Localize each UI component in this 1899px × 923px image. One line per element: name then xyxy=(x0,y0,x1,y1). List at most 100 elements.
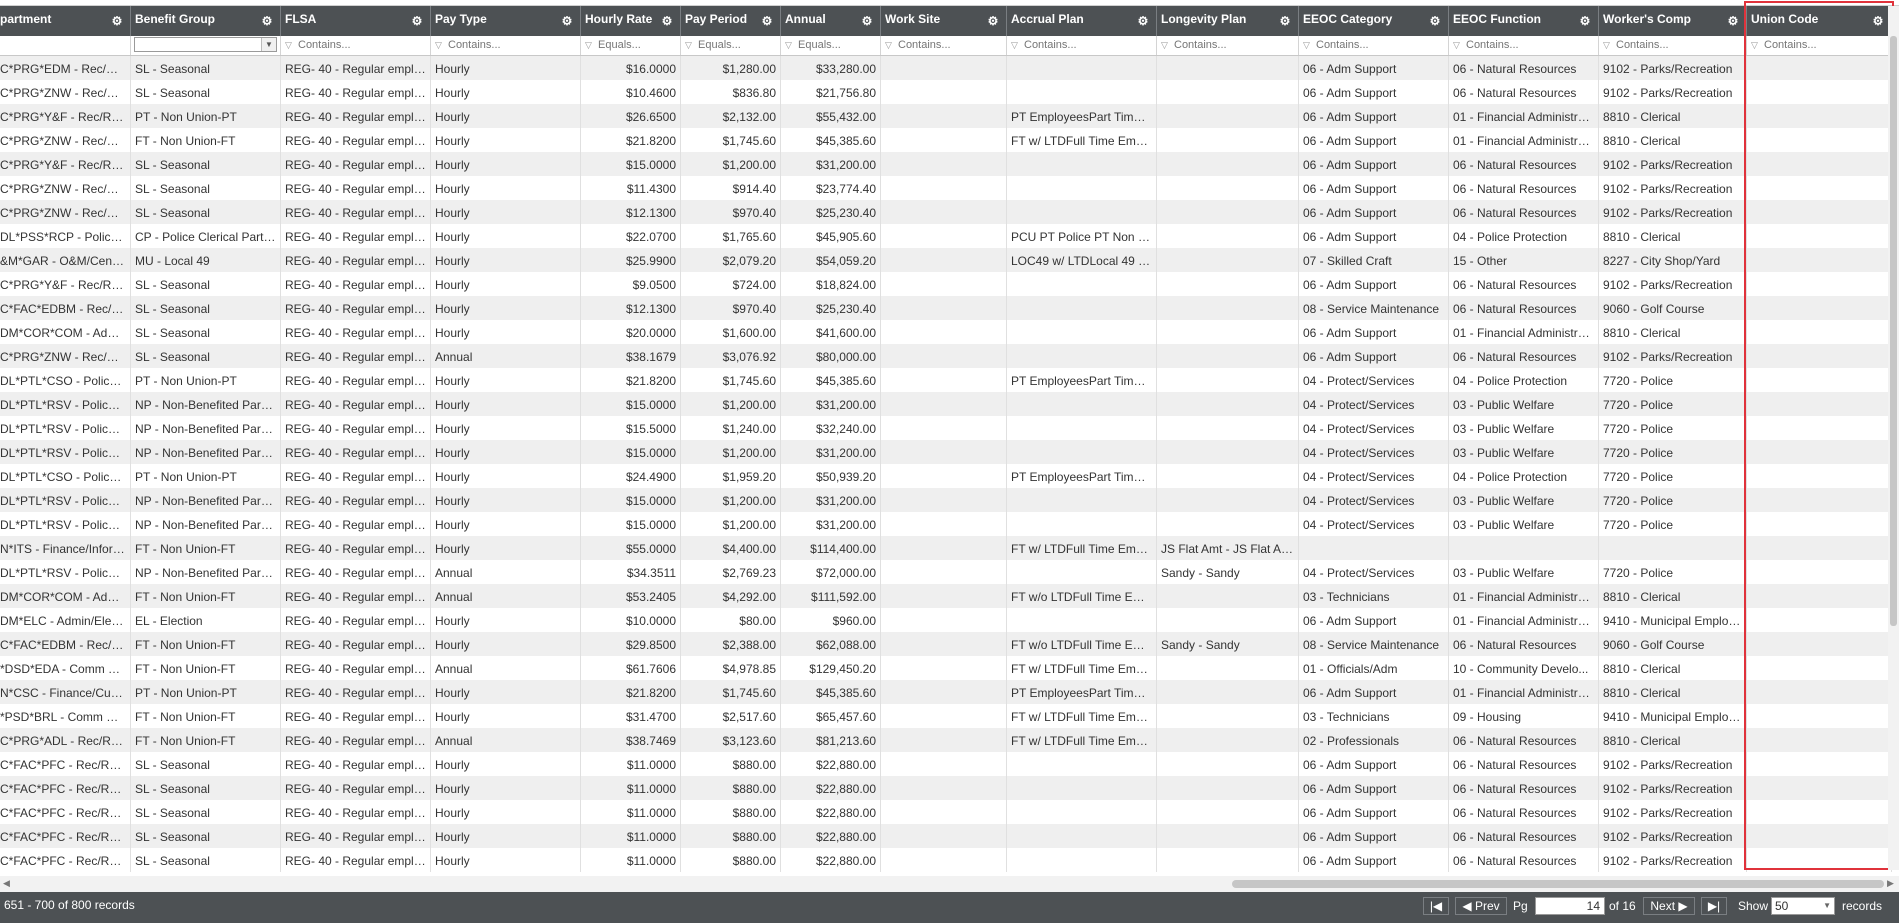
cell-department: DL*PSS*RCP - Police/P... xyxy=(0,224,131,248)
cell-eeoc-function: 03 - Public Welfare xyxy=(1449,440,1599,464)
table-row[interactable]: DM*COR*COM - Admi... SL - Seasonal REG- 40… xyxy=(0,320,1899,344)
table-row[interactable]: C*FAC*PFC - Rec/Recr... SL - Seasonal REG-… xyxy=(0,824,1899,848)
table-row[interactable]: *PSD*BRL - Comm De... FT - Non Union-FT RE… xyxy=(0,704,1899,728)
table-row[interactable]: C*PRG*ADL - Rec/Recr... FT - Non Union-FT… xyxy=(0,728,1899,752)
table-row[interactable]: C*FAC*PFC - Rec/Recr... SL - Seasonal REG-… xyxy=(0,752,1899,776)
column-header-longevity-plan[interactable]: Longevity Plan ⚙ xyxy=(1157,6,1299,36)
table-row[interactable]: DL*PTL*RSV - Police/Pa... NP - Non-Benefi… xyxy=(0,392,1899,416)
column-header-department[interactable]: partment ⚙ xyxy=(0,6,131,36)
filter-input-hourly-rate[interactable] xyxy=(584,38,677,52)
table-row[interactable]: C*PRG*ZNW - Rec/Re... SL - Seasonal REG- 4… xyxy=(0,200,1899,224)
cell-hourly-rate: $15.0000 xyxy=(581,152,681,176)
first-page-button[interactable]: |◀ xyxy=(1423,897,1449,915)
table-row[interactable]: N*CSC - Finance/Custo... PT - Non Union-P… xyxy=(0,680,1899,704)
column-header-work-site[interactable]: Work Site ⚙ xyxy=(881,6,1007,36)
gear-icon[interactable]: ⚙ xyxy=(661,15,673,27)
cell-longevity-plan xyxy=(1157,296,1299,320)
table-row[interactable]: *DSD*EDA - Comm D... FT - Non Union-FT REG… xyxy=(0,656,1899,680)
gear-icon[interactable]: ⚙ xyxy=(861,15,873,27)
vertical-scroll-thumb[interactable] xyxy=(1890,36,1897,626)
column-header-union-code[interactable]: Union Code ⚙ xyxy=(1747,6,1892,36)
cell-annual: $33,280.00 xyxy=(781,56,881,80)
gear-icon[interactable]: ⚙ xyxy=(1872,15,1884,27)
table-row[interactable]: C*FAC*EDBM - Rec/Re... SL - Seasonal REG- … xyxy=(0,296,1899,320)
next-page-button[interactable]: Next ▶ xyxy=(1643,897,1695,915)
gear-icon[interactable]: ⚙ xyxy=(1727,15,1739,27)
table-row[interactable]: DM*ELC - Admin/Electi... EL - Election REG… xyxy=(0,608,1899,632)
gear-icon[interactable]: ⚙ xyxy=(761,15,773,27)
filter-input-union-code[interactable] xyxy=(1750,38,1888,52)
gear-icon[interactable]: ⚙ xyxy=(1137,15,1149,27)
cell-flsa: REG- 40 - Regular emplo... xyxy=(281,488,431,512)
filter-input-longevity-plan[interactable] xyxy=(1160,38,1295,52)
column-header-annual[interactable]: Annual ⚙ xyxy=(781,6,881,36)
table-row[interactable]: DM*COR*COM - Admi... FT - Non Union-FT REG… xyxy=(0,584,1899,608)
filter-input-annual[interactable] xyxy=(784,38,877,52)
table-row[interactable]: DL*PTL*RSV - Police/Pa... NP - Non-Benefi… xyxy=(0,512,1899,536)
table-row[interactable]: C*PRG*ZNW - Rec/Re... SL - Seasonal REG- 4… xyxy=(0,80,1899,104)
gear-icon[interactable]: ⚙ xyxy=(411,15,423,27)
vertical-scrollbar[interactable] xyxy=(1888,6,1899,870)
table-row[interactable]: C*FAC*PFC - Rec/Recr... SL - Seasonal REG-… xyxy=(0,776,1899,800)
table-row[interactable]: C*PRG*ZNW - Rec/Re... SL - Seasonal REG- 4… xyxy=(0,344,1899,368)
column-header-pay-type[interactable]: Pay Type ⚙ xyxy=(431,6,581,36)
table-row[interactable]: DL*PTL*RSV - Police/Pa... NP - Non-Benefi… xyxy=(0,416,1899,440)
filter-input-eeoc-category[interactable] xyxy=(1302,38,1445,52)
scroll-right-icon[interactable]: ▶ xyxy=(1887,878,1894,889)
column-header-hourly-rate[interactable]: Hourly Rate ⚙ xyxy=(581,6,681,36)
benefit-group-filter-combo[interactable]: ▼ xyxy=(134,37,277,52)
gear-icon[interactable]: ⚙ xyxy=(1579,15,1591,27)
gear-icon[interactable]: ⚙ xyxy=(111,15,123,27)
gear-icon[interactable]: ⚙ xyxy=(1279,15,1291,27)
gear-icon[interactable]: ⚙ xyxy=(987,15,999,27)
column-header-workers-comp[interactable]: Worker's Comp ⚙ xyxy=(1599,6,1747,36)
table-row[interactable]: DL*PTL*RSV - Police/Pa... NP - Non-Benefi… xyxy=(0,488,1899,512)
last-page-button[interactable]: ▶| xyxy=(1701,897,1727,915)
filter-input-work-site[interactable] xyxy=(884,38,1003,52)
gear-icon[interactable]: ⚙ xyxy=(561,15,573,27)
table-row[interactable]: DL*PTL*RSV - Police/Pa... NP - Non-Benefi… xyxy=(0,560,1899,584)
table-row[interactable]: N*ITS - Finance/Inform... FT - Non Union-… xyxy=(0,536,1899,560)
table-row[interactable]: DL*PTL*CSO - Police/P... PT - Non Union-P… xyxy=(0,368,1899,392)
table-row[interactable]: C*PRG*Y&F - Rec/Rec... SL - Seasonal REG- … xyxy=(0,272,1899,296)
page-number-input[interactable] xyxy=(1535,897,1605,915)
horizontal-scrollbar[interactable]: ◀ ▶ xyxy=(0,876,1899,892)
table-row[interactable]: C*PRG*ZNW - Rec/Re... FT - Non Union-FT RE… xyxy=(0,128,1899,152)
cell-workers-comp: 8810 - Clerical xyxy=(1599,680,1747,704)
table-row[interactable]: C*FAC*PFC - Rec/Recr... SL - Seasonal REG-… xyxy=(0,848,1899,872)
chevron-down-icon[interactable]: ▼ xyxy=(261,38,276,51)
prev-page-button[interactable]: ◀ Prev xyxy=(1455,897,1507,915)
table-row[interactable]: C*PRG*Y&F - Rec/Rec... PT - Non Union-PT R… xyxy=(0,104,1899,128)
scroll-left-icon[interactable]: ◀ xyxy=(3,878,10,889)
table-row[interactable]: DL*PTL*CSO - Police/P... PT - Non Union-P… xyxy=(0,464,1899,488)
table-row[interactable]: C*PRG*EDM - Rec/Rec... SL - Seasonal REG- … xyxy=(0,56,1899,80)
cell-benefit-group: FT - Non Union-FT xyxy=(131,728,281,752)
column-header-accrual-plan[interactable]: Accrual Plan ⚙ xyxy=(1007,6,1157,36)
gear-icon[interactable]: ⚙ xyxy=(261,15,273,27)
column-header-flsa[interactable]: FLSA ⚙ xyxy=(281,6,431,36)
filter-input-pay-period[interactable] xyxy=(684,38,777,52)
cell-department: DL*PTL*RSV - Police/Pa... xyxy=(0,392,131,416)
table-row[interactable]: C*FAC*EDBM - Rec/Re... FT - Non Union-FT R… xyxy=(0,632,1899,656)
horizontal-scroll-thumb[interactable] xyxy=(1232,880,1884,888)
table-row[interactable]: DL*PTL*RSV - Police/Pa... NP - Non-Benefi… xyxy=(0,440,1899,464)
filter-input-workers-comp[interactable] xyxy=(1602,38,1743,52)
page-size-select[interactable]: 50 ▼ xyxy=(1771,897,1835,915)
table-row[interactable]: C*PRG*ZNW - Rec/Re... SL - Seasonal REG- 4… xyxy=(0,176,1899,200)
table-row[interactable]: &M*GAR - O&M/Centr... MU - Local 49 REG- 4… xyxy=(0,248,1899,272)
gear-icon[interactable]: ⚙ xyxy=(1429,15,1441,27)
table-row[interactable]: C*FAC*PFC - Rec/Recr... SL - Seasonal REG-… xyxy=(0,800,1899,824)
cell-accrual-plan xyxy=(1007,320,1157,344)
filter-input-eeoc-function[interactable] xyxy=(1452,38,1595,52)
column-header-benefit-group[interactable]: Benefit Group ⚙ xyxy=(131,6,281,36)
filter-input-pay-type[interactable] xyxy=(434,38,577,52)
cell-hourly-rate: $15.0000 xyxy=(581,488,681,512)
column-header-pay-period[interactable]: Pay Period ⚙ xyxy=(681,6,781,36)
filter-input-accrual-plan[interactable] xyxy=(1010,38,1153,52)
cell-flsa: REG- 40 - Regular emplo... xyxy=(281,824,431,848)
table-row[interactable]: C*PRG*Y&F - Rec/Rec... SL - Seasonal REG- … xyxy=(0,152,1899,176)
table-row[interactable]: DL*PSS*RCP - Police/P... CP - Police Cler… xyxy=(0,224,1899,248)
column-header-eeoc-function[interactable]: EEOC Function ⚙ xyxy=(1449,6,1599,36)
column-header-eeoc-category[interactable]: EEOC Category ⚙ xyxy=(1299,6,1449,36)
filter-input-flsa[interactable] xyxy=(284,38,427,52)
